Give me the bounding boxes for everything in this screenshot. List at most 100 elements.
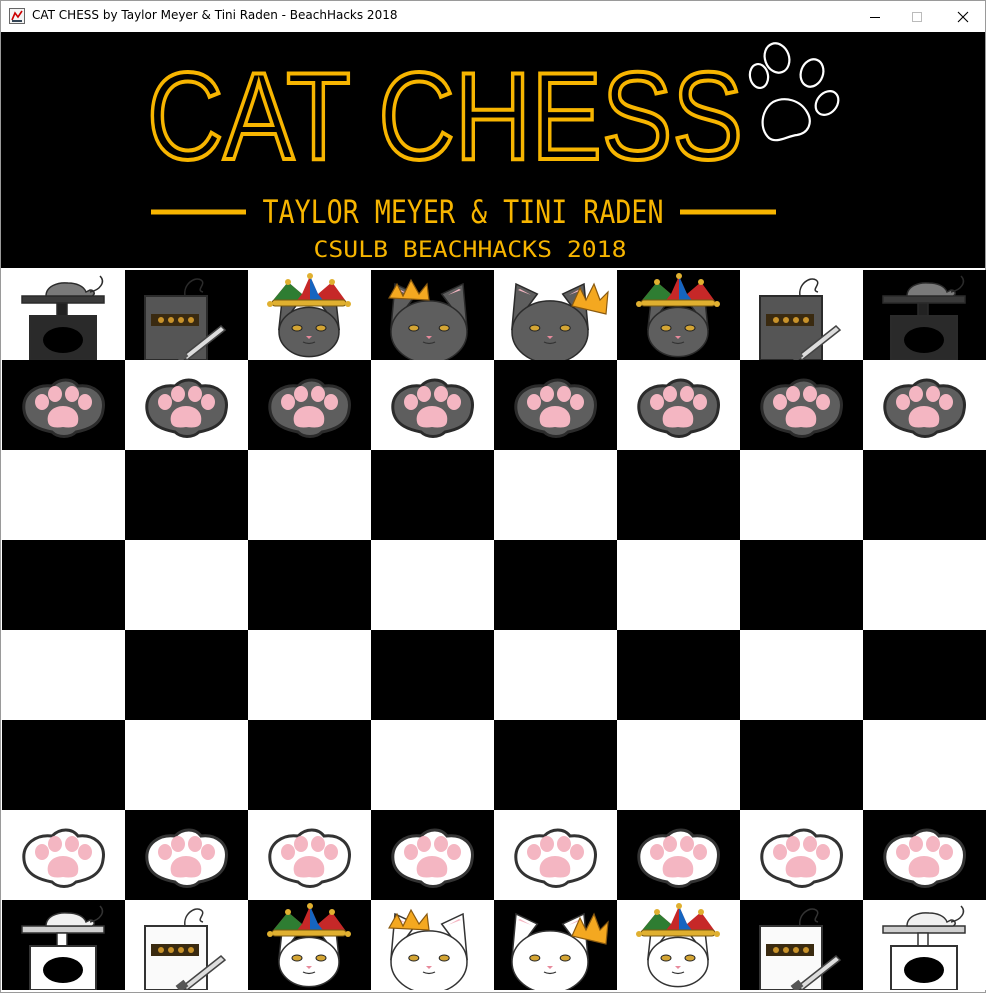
square-a6[interactable] bbox=[2, 450, 125, 540]
square-f2[interactable] bbox=[617, 810, 740, 900]
white-pawn-paw-piece[interactable] bbox=[740, 810, 863, 900]
grey-king-cat-piece[interactable] bbox=[494, 270, 617, 360]
grey-knight-box-piece[interactable] bbox=[125, 270, 248, 360]
white-bishop-jester-cat-piece[interactable] bbox=[248, 900, 371, 990]
square-d3[interactable] bbox=[371, 720, 494, 810]
square-f7[interactable] bbox=[617, 360, 740, 450]
square-h6[interactable] bbox=[863, 450, 986, 540]
square-c5[interactable] bbox=[248, 540, 371, 630]
square-c7[interactable] bbox=[248, 360, 371, 450]
square-b8[interactable] bbox=[125, 270, 248, 360]
minimize-button[interactable] bbox=[852, 1, 898, 32]
grey-pawn-paw-piece[interactable] bbox=[248, 360, 371, 450]
square-f5[interactable] bbox=[617, 540, 740, 630]
square-f4[interactable] bbox=[617, 630, 740, 720]
square-e2[interactable] bbox=[494, 810, 617, 900]
square-c4[interactable] bbox=[248, 630, 371, 720]
square-a5[interactable] bbox=[2, 540, 125, 630]
square-d6[interactable] bbox=[371, 450, 494, 540]
grey-rook-cat-tree-piece[interactable] bbox=[863, 270, 986, 360]
square-a2[interactable] bbox=[2, 810, 125, 900]
grey-pawn-paw-piece[interactable] bbox=[863, 360, 986, 450]
chess-board[interactable] bbox=[2, 270, 986, 990]
grey-queen-cat-piece[interactable] bbox=[371, 270, 494, 360]
title-bar[interactable]: CAT CHESS by Taylor Meyer & Tini Raden -… bbox=[1, 1, 985, 32]
square-b1[interactable] bbox=[125, 900, 248, 990]
square-g7[interactable] bbox=[740, 360, 863, 450]
square-f6[interactable] bbox=[617, 450, 740, 540]
square-d4[interactable] bbox=[371, 630, 494, 720]
square-c3[interactable] bbox=[248, 720, 371, 810]
square-h1[interactable] bbox=[863, 900, 986, 990]
square-g3[interactable] bbox=[740, 720, 863, 810]
white-pawn-paw-piece[interactable] bbox=[2, 810, 125, 900]
grey-pawn-paw-piece[interactable] bbox=[2, 360, 125, 450]
square-b5[interactable] bbox=[125, 540, 248, 630]
grey-bishop-jester-cat-piece[interactable] bbox=[617, 270, 740, 360]
white-knight-box-piece[interactable] bbox=[125, 900, 248, 990]
square-f8[interactable] bbox=[617, 270, 740, 360]
white-knight-box-piece[interactable] bbox=[740, 900, 863, 990]
grey-knight-box-piece[interactable] bbox=[740, 270, 863, 360]
grey-rook-cat-tree-piece[interactable] bbox=[2, 270, 125, 360]
square-h8[interactable] bbox=[863, 270, 986, 360]
square-e5[interactable] bbox=[494, 540, 617, 630]
square-b4[interactable] bbox=[125, 630, 248, 720]
square-c6[interactable] bbox=[248, 450, 371, 540]
square-d5[interactable] bbox=[371, 540, 494, 630]
square-d1[interactable] bbox=[371, 900, 494, 990]
square-h3[interactable] bbox=[863, 720, 986, 810]
square-b2[interactable] bbox=[125, 810, 248, 900]
square-e3[interactable] bbox=[494, 720, 617, 810]
grey-pawn-paw-piece[interactable] bbox=[125, 360, 248, 450]
white-pawn-paw-piece[interactable] bbox=[863, 810, 986, 900]
grey-pawn-paw-piece[interactable] bbox=[494, 360, 617, 450]
square-g2[interactable] bbox=[740, 810, 863, 900]
square-e8[interactable] bbox=[494, 270, 617, 360]
white-rook-cat-tree-piece[interactable] bbox=[2, 900, 125, 990]
square-d8[interactable] bbox=[371, 270, 494, 360]
square-h4[interactable] bbox=[863, 630, 986, 720]
square-e4[interactable] bbox=[494, 630, 617, 720]
close-button[interactable] bbox=[940, 1, 986, 32]
square-g1[interactable] bbox=[740, 900, 863, 990]
white-pawn-paw-piece[interactable] bbox=[494, 810, 617, 900]
square-g6[interactable] bbox=[740, 450, 863, 540]
square-b7[interactable] bbox=[125, 360, 248, 450]
white-pawn-paw-piece[interactable] bbox=[125, 810, 248, 900]
square-b3[interactable] bbox=[125, 720, 248, 810]
square-d2[interactable] bbox=[371, 810, 494, 900]
square-a4[interactable] bbox=[2, 630, 125, 720]
square-g4[interactable] bbox=[740, 630, 863, 720]
square-a3[interactable] bbox=[2, 720, 125, 810]
square-c8[interactable] bbox=[248, 270, 371, 360]
square-h5[interactable] bbox=[863, 540, 986, 630]
grey-pawn-paw-piece[interactable] bbox=[740, 360, 863, 450]
square-h7[interactable] bbox=[863, 360, 986, 450]
square-h2[interactable] bbox=[863, 810, 986, 900]
white-bishop-jester-cat-piece[interactable] bbox=[617, 900, 740, 990]
white-pawn-paw-piece[interactable] bbox=[371, 810, 494, 900]
square-f3[interactable] bbox=[617, 720, 740, 810]
white-rook-cat-tree-piece[interactable] bbox=[863, 900, 986, 990]
square-d7[interactable] bbox=[371, 360, 494, 450]
square-a1[interactable] bbox=[2, 900, 125, 990]
square-e6[interactable] bbox=[494, 450, 617, 540]
grey-pawn-paw-piece[interactable] bbox=[617, 360, 740, 450]
square-g8[interactable] bbox=[740, 270, 863, 360]
white-pawn-paw-piece[interactable] bbox=[248, 810, 371, 900]
white-pawn-paw-piece[interactable] bbox=[617, 810, 740, 900]
square-c2[interactable] bbox=[248, 810, 371, 900]
square-e1[interactable] bbox=[494, 900, 617, 990]
square-a8[interactable] bbox=[2, 270, 125, 360]
square-g5[interactable] bbox=[740, 540, 863, 630]
white-queen-cat-piece[interactable] bbox=[371, 900, 494, 990]
grey-bishop-jester-cat-piece[interactable] bbox=[248, 270, 371, 360]
square-e7[interactable] bbox=[494, 360, 617, 450]
maximize-button[interactable] bbox=[894, 1, 940, 32]
square-c1[interactable] bbox=[248, 900, 371, 990]
square-b6[interactable] bbox=[125, 450, 248, 540]
grey-pawn-paw-piece[interactable] bbox=[371, 360, 494, 450]
white-king-cat-piece[interactable] bbox=[494, 900, 617, 990]
square-f1[interactable] bbox=[617, 900, 740, 990]
